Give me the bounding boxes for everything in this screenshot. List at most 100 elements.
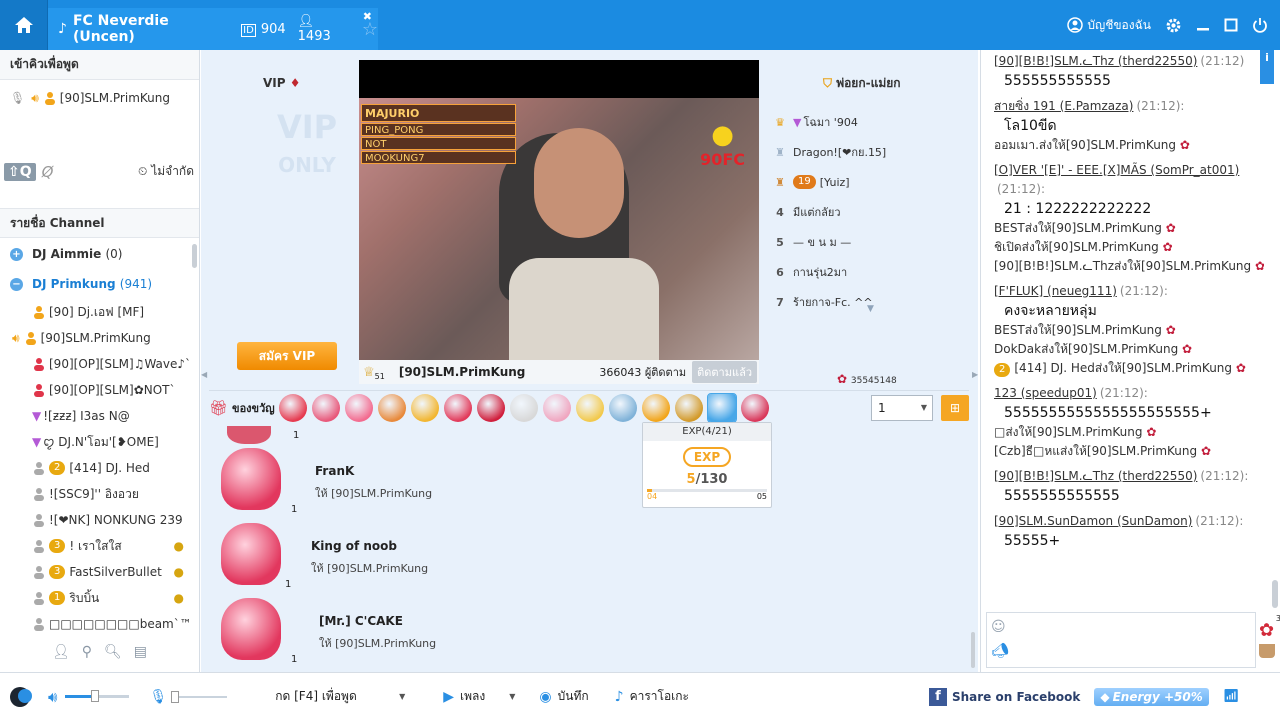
account-button[interactable]: บัญชีของฉัน [1067,16,1151,35]
chat-author[interactable]: [90][B!B!]SLM.ᓚThz (therd22550) [994,469,1197,483]
user-row[interactable]: 1 ริบบิ้น ● [0,585,190,611]
gift-qty-select[interactable]: 1 ▼ [871,394,933,421]
channel-tree: + DJ Aimmie (0) − DJ Primkung (941) [90]… [0,239,190,637]
gift-item-icon[interactable] [278,393,307,422]
chat-scrollbar[interactable] [1272,580,1278,608]
search-icon[interactable]: 🔍︎ [104,644,122,660]
record-button[interactable]: ◉ บันทึก [539,687,588,706]
gift-item-icon[interactable] [476,393,505,422]
gift-notice: [Czb]ธี□หแส่งให้[90]SLM.PrimKung ✿ [994,444,1211,458]
gift-item-icon[interactable] [608,393,637,422]
user-row[interactable]: ▼ ![ƶƶƶ] I3as N@ [0,403,190,429]
music-play-button[interactable]: ▶ เพลง ▼ [443,687,515,706]
donor-row[interactable]: 6 กานรุ่น2มา [767,257,967,287]
volume-slider[interactable] [65,690,130,702]
queue-user[interactable]: 🎙︎ 🔊︎ [90]SLM.PrimKung [0,80,199,116]
donor-scroll-down-icon[interactable]: ▼ [867,304,874,314]
chat-author[interactable]: [O]VER '[E]' - EEE.[X]MÃS (SomPr_at001) [994,163,1239,177]
gem-icon: ▼ [793,115,802,129]
collapse-left-icon[interactable]: ◀ [201,370,207,384]
follow-button[interactable]: ติดตามแล้ว [692,361,757,383]
scrollbar[interactable] [192,244,197,268]
gift-icon: ⊞ [949,401,961,415]
exp-popup: EXP(4/21) EXP 5/130 04 05 [642,422,772,508]
chat-panel: [90][B!B!]SLM.ᓚThz (therd22550) (21:12) 55… [980,50,1280,672]
user-row[interactable]: □□□□□□□□beam`™ [0,611,190,637]
mic-icon[interactable]: 🎙︎ [149,689,167,705]
chat-author[interactable]: สายซิ่ง 191 (E.Pamzaza) [994,99,1133,113]
close-tab-icon[interactable]: ✖ [363,10,372,23]
gift-item-icon[interactable] [344,393,373,422]
share-facebook-button[interactable]: f Share on Facebook [928,687,1080,706]
donor-row[interactable]: 4 มีแต่กลัยว [767,197,967,227]
gear-icon[interactable] [1165,17,1182,34]
gift-item-icon[interactable] [674,393,703,422]
donor-row[interactable]: 5— ข น ม — [767,227,967,257]
channel-item[interactable]: + DJ Aimmie (0) [0,239,190,269]
home-button[interactable] [0,0,48,50]
power-icon[interactable] [1252,17,1268,33]
collapse-right-icon[interactable]: ▶ [972,370,978,384]
push-to-talk-select[interactable]: กด [F4] เพื่อพูด ▼ [275,687,405,706]
user-row[interactable]: ▼ ꨄ DJ.N'โอม'[❥OME] [0,429,190,455]
status-icon[interactable] [10,686,32,707]
chat-messages: [90][B!B!]SLM.ᓚThz (therd22550) (21:12) 55… [994,52,1264,610]
gift-item-icon[interactable] [641,393,670,422]
channel-item[interactable]: − DJ Primkung (941) [0,269,190,299]
video-player[interactable]: MAJURIO PING_PONG NOT MOOKUNG7 ● 90FC [359,60,759,360]
gift-item-icon[interactable] [575,393,604,422]
chevron-down-icon: ▼ [509,692,516,701]
info-button[interactable]: i [1260,50,1274,84]
gift-item-icon[interactable] [706,392,737,423]
expand-icon: + [10,247,23,261]
donor-row[interactable]: ♜ 19 [Yuiz] [767,167,967,197]
add-user-icon[interactable]: 👤︎ [52,644,70,660]
user-row[interactable]: 3 FastSilverBullet ● [0,559,190,585]
rose-total: ✿ 35545148 [837,372,897,386]
gift-notice: ออมเมา.ส่งให้[90]SLM.PrimKung ✿ [994,138,1190,152]
user-row[interactable]: ![❤NK] NONKUNG 239 [0,507,190,533]
gift-icons [278,392,774,423]
chat-author[interactable]: [F'FLUK] (neueg111) [994,284,1117,298]
send-gift-button[interactable]: ⊞ [941,395,969,421]
volume-icon[interactable]: 🔊︎ [48,688,57,706]
gift-item-icon[interactable] [740,393,769,422]
vip-signup-button[interactable]: สมัคร VIP [237,342,337,370]
user-row[interactable]: ![SSC9]'' อิงอวย [0,481,190,507]
maximize-icon[interactable] [1224,18,1238,32]
user-row[interactable]: 3! เราใสใส ● [0,533,190,559]
location-icon[interactable]: ⚲ [82,644,92,660]
title-bar: ♪ FC Neverdie (Uncen) ID 904 👤︎1493 ☆ ✖ บ… [0,0,1280,50]
chat-author[interactable]: [90][B!B!]SLM.ᓚThz (therd22550) [994,54,1197,68]
channel-tab[interactable]: ♪ FC Neverdie (Uncen) ID 904 👤︎1493 ☆ ✖ [48,8,378,50]
user-row[interactable]: 2 [414] DJ. Hed [0,455,190,481]
rose-button[interactable]: ✿ 3 [1253,614,1280,664]
queue-cancel-button[interactable]: Q̸ [42,163,54,181]
gift-item-icon[interactable] [311,393,340,422]
list-icon[interactable]: ▤ [134,644,147,660]
user-row[interactable]: [90][OP][SLM]✿NOT` [0,377,190,403]
father-mother-title: ⛉ พ่อยก-แม่ยก [823,76,901,90]
user-row[interactable]: [90][OP][SLM]♫Wave♪` [0,351,190,377]
emoji-icon[interactable]: ☺ [991,619,1006,635]
mic-slider[interactable] [171,690,228,703]
chat-author[interactable]: [90]SLM.SunDamon (SunDamon) [994,514,1192,528]
minimize-icon[interactable] [1196,18,1210,32]
chat-author[interactable]: 123 (speedup01) [994,386,1097,400]
gift-item-icon[interactable] [377,393,406,422]
user-row[interactable]: 🔊︎ [90]SLM.PrimKung [0,325,190,351]
megaphone-icon[interactable]: 📣︎ [991,643,1009,659]
rose-icon: ✿ [1146,425,1157,439]
user-row[interactable]: [90] Dj.เอฟ [MF] [0,299,190,325]
donor-row[interactable]: ♛ ▼ โฉมา '904 [767,107,967,137]
gift-item-icon[interactable] [509,393,538,422]
karaoke-button[interactable]: ♪ คาราโอเกะ [615,687,689,706]
chat-input[interactable]: ☺ 📣︎ [986,612,1256,668]
feed-scrollbar[interactable] [971,632,975,668]
gift-item-icon[interactable] [542,393,571,422]
gift-item-icon[interactable] [443,393,472,422]
unlimited-toggle[interactable]: ⏲ ไม่จำกัด [138,162,194,181]
gift-item-icon[interactable] [410,393,439,422]
donor-row[interactable]: ♜ Dragon![❤กย.15] [767,137,967,167]
queue-up-button[interactable]: ⇧Q [4,162,36,181]
